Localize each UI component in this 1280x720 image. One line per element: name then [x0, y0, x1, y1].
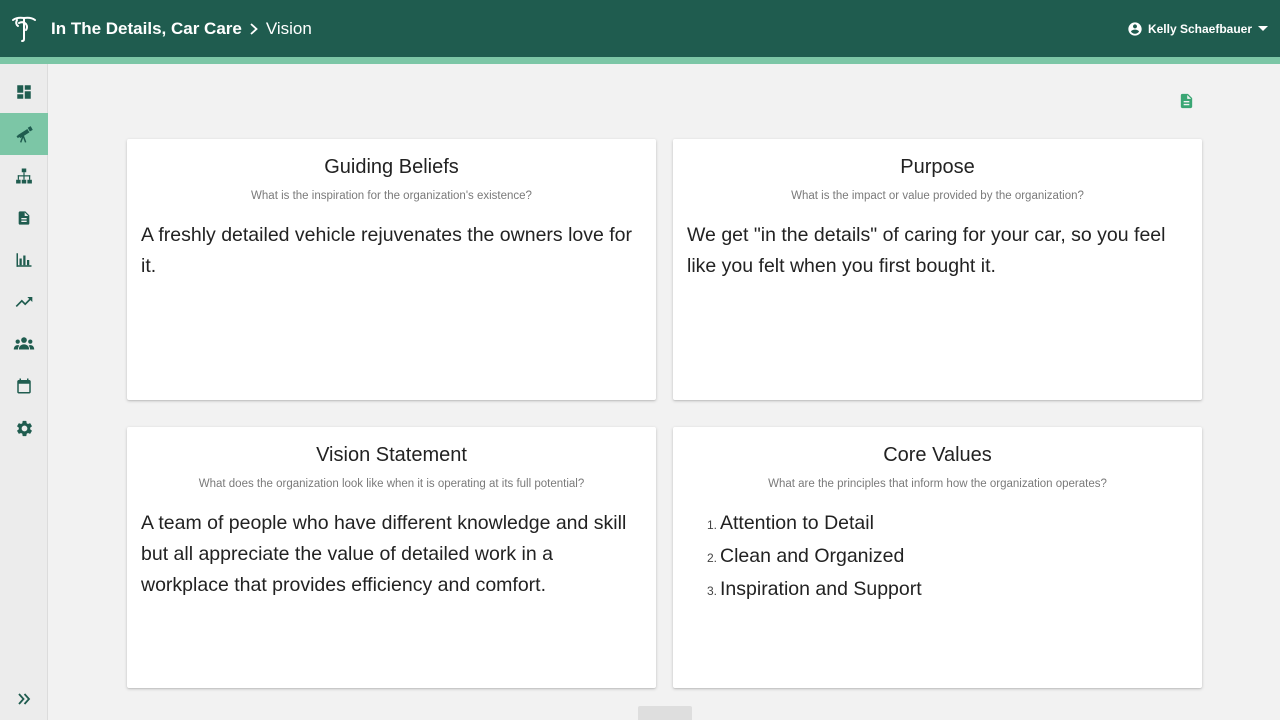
- list-item-text: Inspiration and Support: [720, 578, 922, 600]
- list-item-number: 1.: [707, 518, 718, 532]
- card-subtitle: What is the impact or value provided by …: [791, 190, 1084, 202]
- dashboard-icon: [17, 85, 31, 99]
- list-item: 3. Inspiration and Support: [707, 574, 1188, 607]
- sidebar-item-metrics[interactable]: [0, 281, 48, 323]
- double-chevron-right-icon: [18, 693, 31, 705]
- list-item: 1. Attention to Detail: [707, 508, 1188, 541]
- calendar-icon: [17, 378, 31, 394]
- card-title: Purpose: [900, 156, 975, 178]
- header-accent-strip: [0, 57, 1280, 64]
- chevron-right-icon: [248, 22, 260, 36]
- vision-statement-card[interactable]: Vision Statement What does the organizat…: [127, 427, 656, 688]
- org-chart-icon: [16, 168, 32, 184]
- core-values-list: 1. Attention to Detail 2. Clean and Organi…: [707, 508, 1188, 607]
- card-body-text: A team of people who have different know…: [141, 512, 627, 596]
- document-icon: [18, 211, 30, 225]
- breadcrumb: In The Details, Car Care Vision: [51, 19, 312, 39]
- card-title: Core Values: [883, 444, 992, 466]
- export-document-button[interactable]: [1176, 90, 1196, 112]
- sidebar-item-documents[interactable]: [0, 197, 48, 239]
- sidebar-item-dashboard[interactable]: [0, 71, 48, 113]
- list-item: 2. Clean and Organized: [707, 541, 1188, 574]
- top-app-bar: In The Details, Car Care Vision Kelly Sc…: [0, 0, 1280, 57]
- sidebar-nav: [0, 64, 48, 720]
- list-item-text: Attention to Detail: [720, 512, 874, 534]
- list-item-number: 2.: [707, 551, 718, 565]
- user-name: Kelly Schaefbauer: [1147, 21, 1252, 36]
- sidebar-item-calendar[interactable]: [0, 365, 48, 407]
- people-icon: [13, 337, 35, 350]
- user-menu-button[interactable]: Kelly Schaefbauer: [1127, 0, 1268, 57]
- sidebar-item-org-chart[interactable]: [0, 155, 48, 197]
- sidebar-expand-button[interactable]: [0, 684, 48, 714]
- card-subtitle: What does the organization look like whe…: [198, 478, 585, 490]
- card-subtitle: What are the principles that inform how …: [768, 478, 1107, 490]
- sidebar-item-reports[interactable]: [0, 239, 48, 281]
- sidebar-item-people[interactable]: [0, 323, 48, 365]
- card-body-text: A freshly detailed vehicle rejuvenates t…: [141, 224, 633, 277]
- card-title: Guiding Beliefs: [324, 156, 459, 178]
- sidebar-item-settings[interactable]: [0, 407, 48, 449]
- gear-icon: [16, 420, 32, 436]
- breadcrumb-current-page: Vision: [265, 18, 312, 38]
- guiding-beliefs-card[interactable]: Guiding Beliefs What is the inspiration …: [127, 139, 656, 400]
- app-logo-icon[interactable]: [0, 0, 48, 57]
- caret-down-icon: [1258, 25, 1268, 32]
- core-values-card[interactable]: Core Values What are the principles that…: [673, 427, 1202, 688]
- list-item-text: Clean and Organized: [720, 545, 905, 567]
- trending-up-icon: [15, 297, 33, 307]
- document-export-icon: [1180, 93, 1192, 109]
- purpose-card[interactable]: Purpose What is the impact or value prov…: [673, 139, 1202, 400]
- bar-chart-icon: [16, 253, 32, 267]
- account-circle-icon: [1127, 21, 1143, 37]
- breadcrumb-org-link[interactable]: In The Details, Car Care: [51, 19, 242, 39]
- bottom-scroll-tab[interactable]: [638, 706, 692, 720]
- card-subtitle: What is the inspiration for the organiza…: [251, 190, 532, 202]
- list-item-number: 3.: [707, 584, 718, 598]
- telescope-icon: [16, 126, 33, 143]
- sidebar-item-vision[interactable]: [0, 113, 48, 155]
- card-body-text: We get "in the details" of caring for yo…: [687, 224, 1166, 277]
- card-title: Vision Statement: [316, 444, 467, 466]
